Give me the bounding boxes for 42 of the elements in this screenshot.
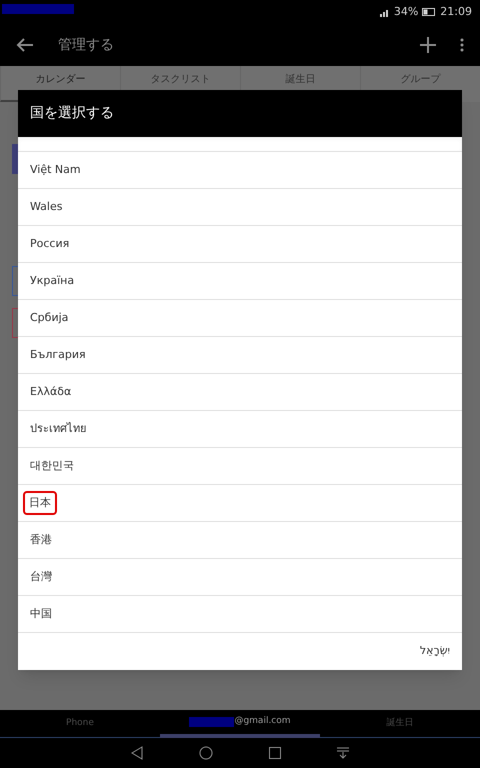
- country-name: Ελλάδα: [30, 384, 72, 400]
- country-name: България: [30, 346, 86, 363]
- country-item[interactable]: Việt Nam: [18, 152, 462, 189]
- country-name: 日本: [23, 490, 57, 516]
- country-name: Україна: [30, 272, 74, 289]
- square-icon[interactable]: [269, 747, 281, 759]
- country-name: יִשְׂרָאֵל: [420, 643, 450, 660]
- country-item[interactable]: 日本: [18, 485, 462, 522]
- country-item[interactable]: 中国: [18, 596, 462, 633]
- redaction-mark: [2, 4, 74, 14]
- country-item[interactable]: יִשְׂרָאֵל: [18, 633, 462, 670]
- country-item[interactable]: 香港: [18, 522, 462, 559]
- country-name: ประเทศไทย: [30, 420, 86, 437]
- plus-icon[interactable]: [420, 37, 436, 53]
- country-item[interactable]: 台灣: [18, 559, 462, 596]
- country-item[interactable]: България: [18, 337, 462, 374]
- battery-level: 34%: [394, 4, 418, 20]
- dialog-title: 国を選択する: [30, 104, 114, 123]
- notification-pull-icon[interactable]: [337, 747, 349, 759]
- country-name: 대한민국: [30, 458, 74, 474]
- battery-icon: [422, 8, 436, 16]
- country-name: Россия: [30, 236, 70, 252]
- back-arrow-icon[interactable]: [16, 37, 34, 53]
- country-name: 中国: [30, 606, 52, 622]
- country-item[interactable]: Россия: [18, 226, 462, 263]
- country-name: 香港: [30, 532, 52, 548]
- country-item[interactable]: ประเทศไทย: [18, 411, 462, 448]
- country-item[interactable]: Україна: [18, 263, 462, 300]
- country-item[interactable]: Wales: [18, 189, 462, 226]
- country-name: 台灣: [30, 568, 52, 585]
- back-triangle-icon[interactable]: [131, 746, 143, 760]
- clock: 21:09: [440, 4, 472, 20]
- country-item[interactable]: Ελλάδα: [18, 374, 462, 411]
- country-name: Việt Nam: [30, 162, 81, 178]
- country-name: Wales: [30, 198, 62, 215]
- country-item[interactable]: 대한민국: [18, 448, 462, 485]
- app-title: 管理する: [58, 36, 114, 54]
- more-menu-icon[interactable]: [460, 38, 464, 52]
- signal-icon: [380, 8, 390, 16]
- country-item[interactable]: Србија: [18, 300, 462, 337]
- home-circle-icon[interactable]: [199, 746, 213, 760]
- country-name: Србија: [30, 310, 68, 326]
